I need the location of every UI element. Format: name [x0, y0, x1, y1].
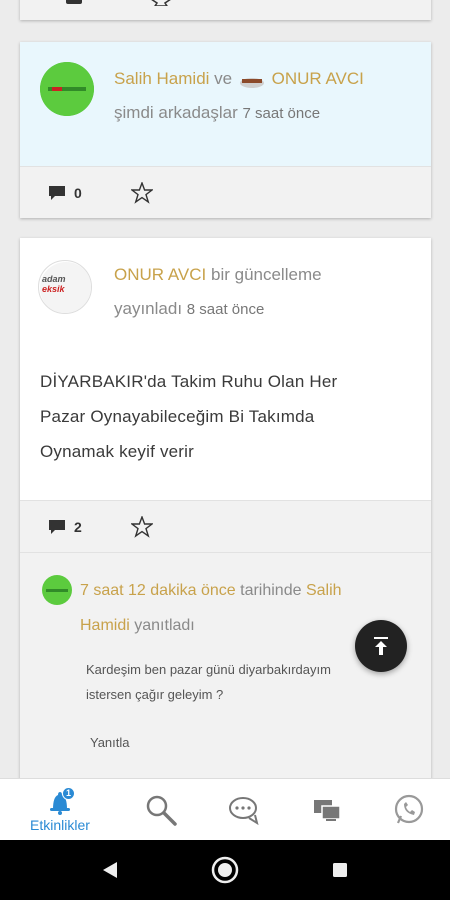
previous-card-actions: [20, 0, 431, 20]
reply-mid-text: tarihinde: [240, 582, 302, 599]
update-card[interactable]: adam eksik ONUR AVCI bir güncelleme yayı…: [20, 238, 431, 778]
comment-button[interactable]: 0: [48, 167, 82, 219]
scroll-to-top-button[interactable]: [355, 620, 407, 672]
logo-text-top: adam: [42, 274, 66, 284]
post-line: Oynamak keyif verir: [40, 442, 195, 461]
joiner-text: ve: [214, 69, 233, 88]
star-icon[interactable]: [151, 0, 171, 6]
tab-whatsapp[interactable]: [364, 779, 450, 841]
search-icon: [146, 795, 177, 826]
reply-user-link[interactable]: Salih: [306, 582, 342, 599]
action-text-2: yayınladı: [114, 299, 183, 318]
bottom-tab-bar: 1 Etkinlikler: [0, 778, 450, 840]
reply-line: istersen çağır geleyim ?: [86, 687, 224, 702]
user-avatar[interactable]: [40, 62, 94, 116]
star-icon: [131, 182, 153, 204]
recents-button[interactable]: [325, 840, 355, 900]
user-avatar[interactable]: adam eksik: [38, 260, 92, 314]
favorite-button[interactable]: [131, 501, 153, 553]
timestamp[interactable]: 7 saat önce: [243, 105, 321, 122]
comment-count: 0: [74, 185, 82, 201]
card-actions: 2: [20, 500, 431, 552]
system-navigation-bar: [0, 840, 450, 900]
reply-time-link[interactable]: 7 saat 12 dakika önce: [80, 582, 236, 599]
reply-button[interactable]: Yanıtla: [90, 735, 130, 750]
home-circle-icon: [211, 856, 239, 884]
green-logo-avatar-icon: [40, 62, 94, 116]
screens-icon: [314, 800, 341, 821]
timestamp[interactable]: 8 saat önce: [187, 301, 265, 318]
user-link[interactable]: Salih Hamidi: [114, 69, 209, 88]
post-body: DİYARBAKIR'da Takim Ruhu Olan Her Pazar …: [40, 364, 410, 469]
reply-text: Kardeşim ben pazar günü diyarbakırdayım …: [86, 657, 376, 707]
comment-count: 2: [74, 519, 82, 535]
chat-bubbles-icon: [229, 797, 259, 826]
boat-avatar-icon[interactable]: [239, 70, 265, 90]
reply-avatar-icon[interactable]: [42, 575, 72, 605]
reply-header: 7 saat 12 dakika önce tarihinde Salih Ha…: [80, 573, 380, 643]
back-triangle-icon: [103, 862, 117, 878]
action-text: bir güncelleme: [211, 265, 322, 284]
comment-icon: [49, 520, 65, 534]
tab-search[interactable]: [116, 779, 206, 841]
comment-button[interactable]: 2: [48, 501, 82, 553]
back-button[interactable]: [95, 840, 125, 900]
card-actions: 0: [20, 166, 431, 218]
reply-action-text: yanıtladı: [134, 617, 195, 634]
user-link[interactable]: ONUR AVCI: [272, 69, 364, 88]
tab-messages[interactable]: [200, 779, 290, 841]
tab-label: Etkinlikler: [30, 817, 90, 833]
tab-groups[interactable]: [282, 779, 372, 841]
comment-icon[interactable]: [66, 0, 84, 6]
home-button[interactable]: [210, 840, 240, 900]
reply-line: Kardeşim ben pazar günü diyarbakırdayım: [86, 662, 331, 677]
previous-card: [20, 0, 431, 20]
post-line: Pazar Oynayabileceğim Bi Takımda: [40, 407, 315, 426]
user-link[interactable]: ONUR AVCI: [114, 265, 206, 284]
notification-badge: 1: [62, 787, 75, 800]
whatsapp-icon: [394, 794, 424, 824]
favorite-button[interactable]: [131, 167, 153, 219]
action-text: şimdi arkadaşlar: [114, 103, 238, 122]
recents-square-icon: [333, 863, 347, 877]
star-icon: [131, 516, 153, 538]
arrow-up-to-line-icon: [374, 637, 388, 655]
comment-icon: [49, 186, 65, 200]
post-line: DİYARBAKIR'da Takim Ruhu Olan Her: [40, 372, 338, 391]
friendship-card[interactable]: Salih Hamidi ve ONUR AVCI şimdi arkadaşl…: [20, 42, 431, 218]
reply-user-link-2[interactable]: Hamidi: [80, 617, 130, 634]
logo-text-bottom: eksik: [42, 284, 65, 294]
tab-activities[interactable]: 1 Etkinlikler: [15, 779, 105, 841]
